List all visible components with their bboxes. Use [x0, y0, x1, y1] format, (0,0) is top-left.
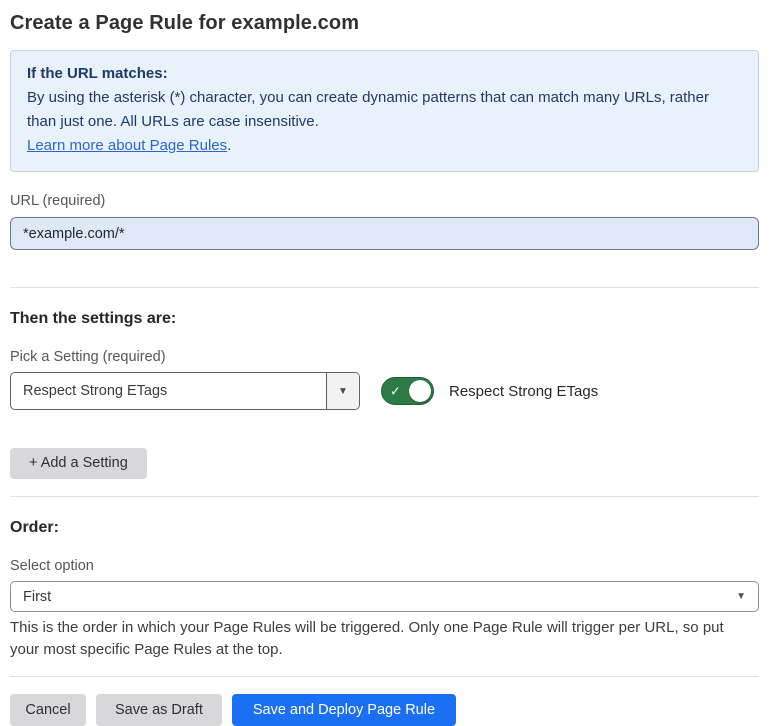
section-divider — [10, 287, 759, 288]
setting-select-value: Respect Strong ETags — [11, 373, 326, 409]
setting-row: Respect Strong ETags ▼ ✓ Respect Strong … — [10, 372, 759, 410]
cancel-button[interactable]: Cancel — [10, 694, 86, 726]
url-match-info-box: If the URL matches: By using the asteris… — [10, 50, 759, 172]
check-icon: ✓ — [390, 385, 401, 398]
section-divider — [10, 496, 759, 497]
order-select-label: Select option — [10, 558, 759, 574]
setting-select[interactable]: Respect Strong ETags ▼ — [10, 372, 360, 410]
order-select[interactable]: First ▼ — [10, 581, 759, 612]
info-box-heading: If the URL matches: — [27, 62, 742, 86]
order-heading: Order: — [10, 519, 759, 537]
info-box-body-text: By using the asterisk (*) character, you… — [27, 89, 709, 130]
toggle-label: Respect Strong ETags — [449, 383, 598, 400]
chevron-down-icon: ▼ — [736, 591, 746, 602]
save-as-draft-button[interactable]: Save as Draft — [96, 694, 222, 726]
settings-heading: Then the settings are: — [10, 310, 759, 328]
save-and-deploy-button[interactable]: Save and Deploy Page Rule — [232, 694, 456, 726]
setting-picker-label: Pick a Setting (required) — [10, 349, 759, 365]
order-select-value: First — [23, 589, 736, 605]
url-input[interactable] — [10, 217, 759, 250]
footer-divider — [10, 676, 759, 677]
link-period: . — [227, 137, 231, 154]
info-box-body: By using the asterisk (*) character, you… — [27, 86, 742, 158]
chevron-down-icon[interactable]: ▼ — [326, 373, 359, 409]
order-help-text: This is the order in which your Page Rul… — [10, 617, 750, 661]
toggle-knob — [409, 380, 431, 402]
page-title: Create a Page Rule for example.com — [10, 12, 759, 35]
create-page-rule-panel: Create a Page Rule for example.com If th… — [0, 0, 769, 726]
setting-toggle-wrap: ✓ Respect Strong ETags — [381, 377, 598, 405]
learn-more-link[interactable]: Learn more about Page Rules — [27, 137, 227, 154]
footer-actions: Cancel Save as Draft Save and Deploy Pag… — [10, 694, 759, 726]
respect-strong-etags-toggle[interactable]: ✓ — [381, 377, 434, 405]
url-field-label: URL (required) — [10, 193, 759, 209]
add-setting-button[interactable]: + Add a Setting — [10, 448, 147, 479]
